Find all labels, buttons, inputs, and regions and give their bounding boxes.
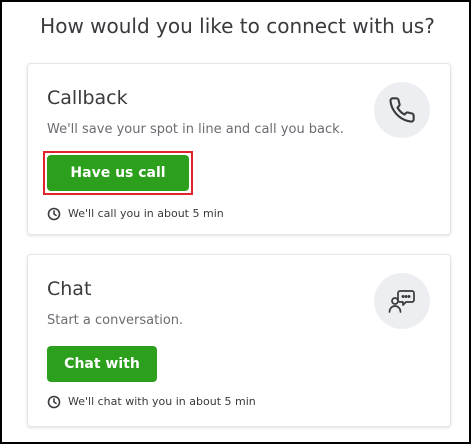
chat-eta: We'll chat with you in about 5 min bbox=[47, 395, 256, 409]
chat-description: Start a conversation. bbox=[47, 313, 184, 328]
callback-description: We'll save your spot in line and call yo… bbox=[47, 122, 344, 137]
phone-icon bbox=[374, 82, 430, 138]
callback-eta-text: We'll call you in about 5 min bbox=[68, 207, 224, 220]
callback-card: Callback We'll save your spot in line an… bbox=[27, 63, 451, 235]
chat-agent-icon bbox=[374, 273, 430, 329]
clock-icon bbox=[47, 395, 61, 409]
connect-dialog: How would you like to connect with us? C… bbox=[0, 0, 471, 444]
callback-eta: We'll call you in about 5 min bbox=[47, 207, 224, 221]
have-us-call-you-button[interactable]: Have us call you bbox=[47, 155, 189, 217]
callback-title: Callback bbox=[47, 87, 128, 109]
chat-title: Chat bbox=[47, 278, 92, 300]
chat-with-us-button[interactable]: Chat with us bbox=[47, 346, 157, 408]
page-title: How would you like to connect with us? bbox=[40, 14, 435, 38]
clock-icon bbox=[47, 207, 61, 221]
chat-card: Chat Start a conversation. Chat with us … bbox=[27, 254, 451, 427]
chat-eta-text: We'll chat with you in about 5 min bbox=[68, 395, 256, 408]
